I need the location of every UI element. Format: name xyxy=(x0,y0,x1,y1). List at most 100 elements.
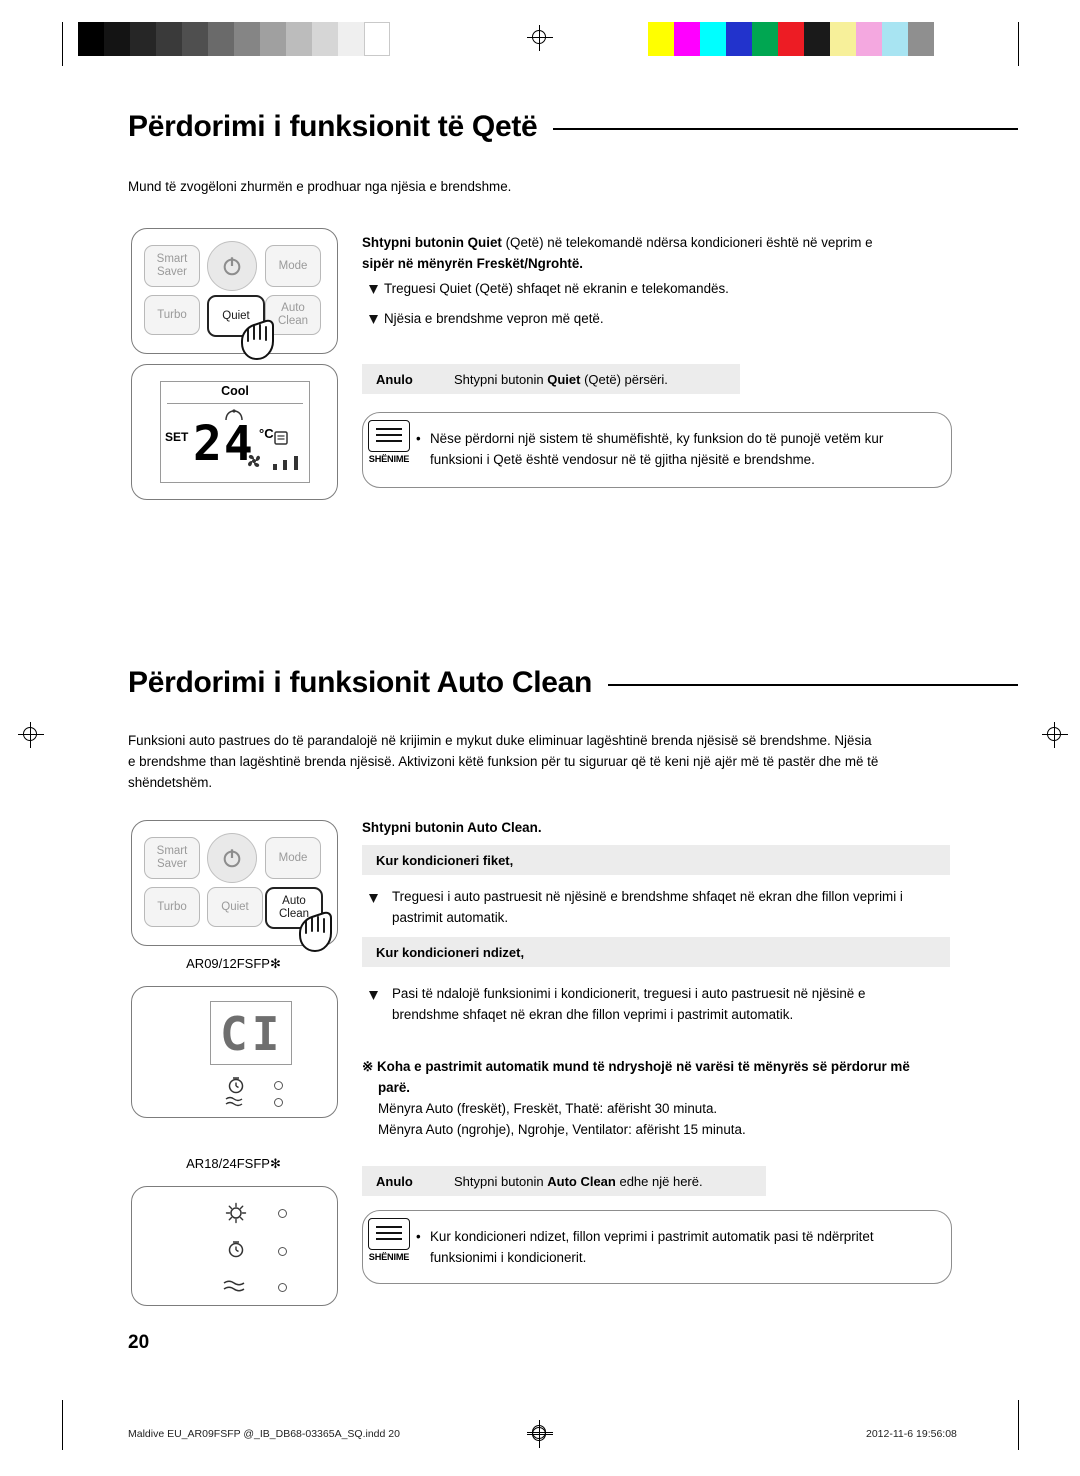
page-number: 20 xyxy=(128,1332,150,1353)
subheader-2-label: Kur kondicioneri ndizet, xyxy=(376,944,525,960)
indoor-unit-display-1: CI xyxy=(131,986,338,1118)
registration-mark-footer xyxy=(527,1422,553,1448)
timer-icon xyxy=(228,1241,244,1258)
remote1-button-mode[interactable]: Mode xyxy=(265,245,321,287)
crop-line-top-left xyxy=(62,22,64,66)
auto-clean-wave-icon xyxy=(223,1280,245,1292)
btn-label-line1: Smart xyxy=(156,845,188,857)
section1-intro: Mund të zvogëloni zhurmën e prodhuar nga… xyxy=(128,179,512,194)
section2-subheader-2: Kur kondicioneri ndizet, xyxy=(362,937,950,967)
timer-icon xyxy=(228,1077,244,1094)
indicator-dot-4 xyxy=(278,1247,287,1256)
instruction-keyword: Auto Clean xyxy=(467,820,538,835)
btn-label-line1: Quiet xyxy=(221,900,249,913)
cancel-text-a: Shtypni butonin xyxy=(454,1173,548,1189)
cancel-text-b: edhe një herë. xyxy=(615,1173,703,1189)
grayscale-calibration-bar xyxy=(78,22,390,56)
btn-label-line1: Turbo xyxy=(157,308,187,321)
indicator-dot-2 xyxy=(274,1098,283,1107)
remote2-button-smart-saver[interactable]: Smart Saver xyxy=(144,837,200,879)
manual-page: Përdorimi i funksionit të Qetë Mund të z… xyxy=(0,0,1080,1476)
subheader-1-label: Kur kondicioneri fiket, xyxy=(376,852,514,868)
remote2-button-turbo[interactable]: Turbo xyxy=(144,887,200,927)
section2-heading: Përdorimi i funksionit Auto Clean xyxy=(128,666,1018,700)
note-bullet-dot: • xyxy=(416,1229,421,1244)
lcd-set-label: SET xyxy=(165,430,189,444)
remote2-button-mode[interactable]: Mode xyxy=(265,837,321,879)
section2-note-text: • Kur kondicioneri ndizet, fillon veprim… xyxy=(416,1226,950,1268)
section1-bullet-2: Njësia e brendshme vepron më qetë. xyxy=(384,311,604,326)
note-tag-2: SHËNIME xyxy=(356,1218,422,1262)
hand-cursor-icon xyxy=(232,311,278,361)
model-label-2: AR18/24FSFP✻ xyxy=(186,1156,281,1171)
remote2-button-quiet[interactable]: Quiet xyxy=(207,887,263,927)
lcd-header-rule xyxy=(167,403,303,405)
section1-note-text: • Nëse përdorni një sistem të shumëfisht… xyxy=(416,428,950,470)
footer-timestamp: 2012-11-6 19:56:08 xyxy=(866,1428,957,1440)
registration-mark-right xyxy=(1042,722,1068,748)
remote-control-illustration-1: Smart Saver Mode Turbo Quiet Auto Clean xyxy=(131,228,338,361)
lcd-screen-1: Cool SET 24 °C xyxy=(160,381,310,483)
btn-label-line1: Smart xyxy=(156,253,188,265)
crop-line-bottom-left xyxy=(62,1400,64,1450)
caution-mark: ※ xyxy=(362,1059,374,1074)
note-book-icon xyxy=(368,420,410,452)
indoor-segment-text: CI xyxy=(220,1007,284,1061)
remote1-button-power[interactable] xyxy=(207,241,257,291)
remote-control-illustration-2: Smart Saver Mode Turbo Quiet Auto Clean xyxy=(131,820,338,953)
indoor-unit-display-2 xyxy=(131,1186,338,1306)
instruction-line2: sipër në mënyrën Freskët/Ngrohtë. xyxy=(362,256,584,271)
bullet-arrow-icon xyxy=(368,990,379,1001)
caution-line-1: Koha e pastrimit automatik mund të ndrys… xyxy=(376,1059,910,1074)
cancel-text: Shtypni butonin Quiet (Qetë) përsëri. xyxy=(454,372,668,387)
heading-rule xyxy=(608,684,1018,686)
color-calibration-bar xyxy=(648,22,934,56)
intro-line-1: Funksioni auto pastrues do të parandaloj… xyxy=(128,733,872,748)
section2-intro: Funksioni auto pastrues do të parandaloj… xyxy=(128,730,958,793)
indicator-dot-3 xyxy=(278,1209,287,1218)
note-tag-1: SHËNIME xyxy=(356,420,422,464)
model-label-1: AR09/12FSFP✻ xyxy=(186,956,281,971)
cancel-text-a: Shtypni butonin xyxy=(454,371,548,387)
display-mode-icon xyxy=(274,431,288,445)
bullet-1-line-2: pastrimit automatik. xyxy=(392,910,509,925)
note-line-2: funksionimi i kondicionerit. xyxy=(430,1250,587,1265)
note-line-1: Kur kondicioneri ndizet, fillon veprimi … xyxy=(430,1229,874,1244)
note-line-2: funksioni i Qetë është vendosur në të gj… xyxy=(430,452,815,467)
heading-rule xyxy=(553,128,1018,130)
auto-clean-wave-icon xyxy=(225,1096,243,1107)
instruction-prefix: Shtypni butonin xyxy=(362,820,468,835)
bullet-arrow-icon xyxy=(368,314,379,325)
section2-caution: ※ Koha e pastrimit automatik mund të ndr… xyxy=(362,1056,952,1098)
remote2-button-power[interactable] xyxy=(207,833,257,883)
power-icon xyxy=(223,257,241,276)
section1-heading: Përdorimi i funksionit të Qetë xyxy=(128,110,1018,144)
section1-title: Përdorimi i funksionit të Qetë xyxy=(128,110,538,143)
note-tag-label: SHËNIME xyxy=(368,454,410,464)
crop-line-top-right xyxy=(1018,22,1020,66)
cancel-keyword: Auto Clean xyxy=(547,1173,616,1189)
intro-line-2: e brendshme than lagështinë brenda njësi… xyxy=(128,754,879,769)
section2-details: Mënyra Auto (freskët), Freskët, Thatë: a… xyxy=(378,1098,958,1140)
section2-cancel-row: Anulo Shtypni butonin Auto Clean edhe nj… xyxy=(362,1166,766,1196)
bullet-arrow-icon xyxy=(368,893,379,904)
remote1-button-turbo[interactable]: Turbo xyxy=(144,295,200,335)
instruction-keyword: Quiet xyxy=(467,235,502,250)
remote1-button-smart-saver[interactable]: Smart Saver xyxy=(144,245,200,287)
smart-saver-icon xyxy=(225,1202,247,1224)
registration-mark-top-center xyxy=(527,25,553,51)
bullet-2-line-2: brendshme shfaqet në ekran dhe fillon ve… xyxy=(392,1007,794,1022)
bullet-2-line-1: Pasi të ndalojë funksionimi i kondicione… xyxy=(392,986,866,1001)
indicator-dot-1 xyxy=(274,1081,283,1090)
section2-title: Përdorimi i funksionit Auto Clean xyxy=(128,666,593,699)
instruction-prefix: Shtypni butonin xyxy=(362,235,468,250)
btn-label-line1: Mode xyxy=(278,851,308,864)
bullet-arrow-icon xyxy=(368,284,379,295)
cancel-label: Anulo xyxy=(376,371,413,387)
hand-cursor-icon xyxy=(290,903,336,953)
lcd-temperature-unit: °C xyxy=(259,426,274,441)
bullet-1-line-1: Treguesi i auto pastruesit në njësinë e … xyxy=(392,889,903,904)
indicator-dot-5 xyxy=(278,1283,287,1292)
btn-label-line1: Mode xyxy=(278,259,308,272)
cancel-label: Anulo xyxy=(376,1173,413,1189)
